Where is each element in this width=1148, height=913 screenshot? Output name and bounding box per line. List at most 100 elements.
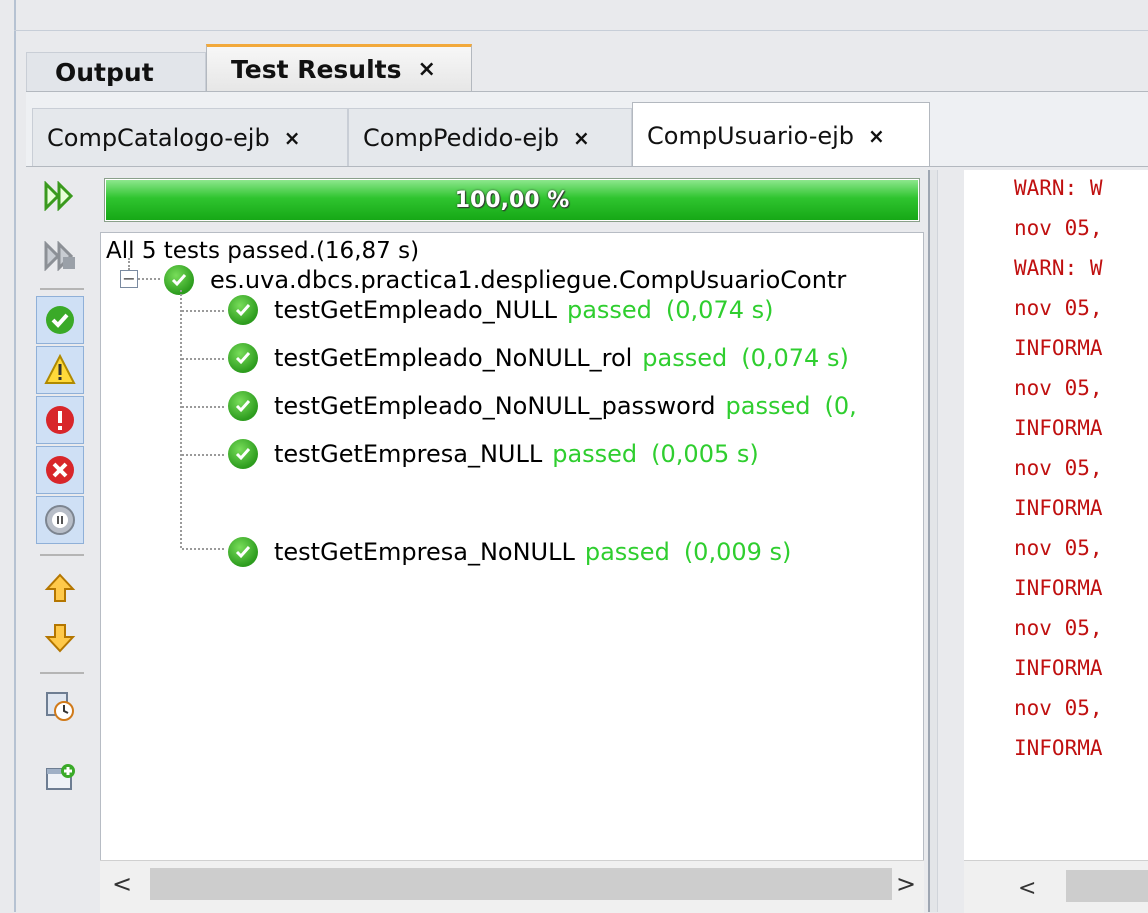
test-time: (0, [824,392,857,420]
console-line: INFORMA [1014,736,1103,760]
tree-line [182,548,224,550]
console-line: INFORMA [1014,656,1103,680]
test-name: testGetEmpleado_NoNULL_rol [274,344,633,372]
progress-bar: 100,00 % [104,178,920,222]
test-row[interactable]: testGetEmpleado_NULL passed (0,074 s) [228,286,774,334]
console-line: nov 05, [1014,376,1103,400]
close-icon[interactable]: × [573,126,590,150]
passed-check-icon [164,265,194,295]
panel-splitter[interactable] [928,170,938,912]
tree-line [182,358,224,360]
collapse-icon[interactable]: − [120,270,138,288]
show-aborted-button[interactable] [36,496,84,544]
rerun-failed-icon [44,241,75,271]
toolbar-separator [40,672,84,674]
rerun-icon [44,181,74,211]
rerun-failed-button[interactable] [36,232,84,280]
show-failures-icon [46,406,74,434]
scroll-left-icon[interactable]: < [1018,876,1036,901]
scroll-left-icon[interactable]: < [112,870,132,898]
console-line: nov 05, [1014,696,1103,720]
test-history-icon [46,692,74,721]
test-name: testGetEmpresa_NoNULL [274,538,575,566]
tab-compusuario-label: CompUsuario-ejb [647,121,855,150]
test-status: passed [725,392,811,420]
close-icon[interactable]: × [284,126,301,150]
console-line: INFORMA [1014,416,1103,440]
main-tab-bar: Output Test Results × [26,44,1148,92]
test-time: (0,074 s) [741,344,849,372]
tree-line [182,406,224,408]
test-name: testGetEmpresa_NULL [274,440,543,468]
test-name: testGetEmpleado_NULL [274,296,557,324]
show-warnings-icon [44,354,76,384]
test-status: passed [642,344,728,372]
tab-compcatalogo[interactable]: CompCatalogo-ejb × [32,108,348,166]
console-line: INFORMA [1014,336,1103,360]
scrollbar-thumb[interactable] [150,868,892,900]
console-line: nov 05, [1014,296,1103,320]
toolbar-separator [40,554,84,556]
test-row[interactable]: testGetEmpresa_NULL passed (0,005 s) [228,430,759,478]
test-row[interactable]: testGetEmpleado_NoNULL_password passed (… [228,382,857,430]
show-passed-icon [46,306,74,334]
console-line: nov 05, [1014,456,1103,480]
show-errors-button[interactable] [36,446,84,494]
tab-output-label: Output [55,58,154,87]
show-aborted-icon [45,505,75,535]
next-failure-icon [44,624,76,653]
test-time: (0,009 s) [683,538,792,566]
previous-failure-icon [44,573,76,602]
sub-tab-bar: CompCatalogo-ejb × CompPedido-ejb × Comp… [26,92,1148,168]
tab-test-results[interactable]: Test Results × [206,44,472,92]
window-frame-left [14,0,16,912]
test-time: (0,005 s) [651,440,759,468]
console-line: WARN: W [1014,176,1103,200]
tab-compusuario[interactable]: CompUsuario-ejb × [632,102,930,168]
console-line: INFORMA [1014,496,1103,520]
test-status: passed [552,440,638,468]
passed-check-icon [228,391,258,421]
console-line: INFORMA [1014,576,1103,600]
tab-comppedido[interactable]: CompPedido-ejb × [348,108,632,166]
console-line: WARN: W [1014,256,1103,280]
progress-label: 100,00 % [454,187,570,213]
show-failures-button[interactable] [36,396,84,444]
show-errors-icon [46,456,74,484]
scroll-right-icon[interactable]: > [896,870,916,898]
console-line: nov 05, [1014,216,1103,240]
console-line: nov 05, [1014,536,1103,560]
tab-output[interactable]: Output [26,52,206,92]
test-row[interactable]: testGetEmpleado_NoNULL_rol passed (0,074… [228,334,849,382]
tab-test-results-label: Test Results [231,55,402,84]
console-line: nov 05, [1014,616,1103,640]
passed-check-icon [228,295,258,325]
test-time: (0,074 s) [665,296,774,324]
tree-line [180,290,182,548]
show-warnings-button[interactable] [36,346,84,394]
test-name: testGetEmpleado_NoNULL_password [274,392,716,420]
next-failure-button[interactable] [36,614,84,662]
tree-line [182,310,224,312]
passed-check-icon [228,343,258,373]
test-toolbar [30,170,96,912]
tree-line [138,278,160,280]
test-status: passed [566,296,652,324]
new-test-icon [46,764,75,790]
previous-failure-button[interactable] [36,564,84,612]
tab-compcatalogo-label: CompCatalogo-ejb [47,123,270,152]
tab-comppedido-label: CompPedido-ejb [363,123,560,152]
window-frame-top [14,30,1148,31]
toolbar-separator [40,288,84,290]
rerun-button[interactable] [36,172,84,220]
test-row[interactable]: testGetEmpresa_NoNULL passed (0,009 s) [228,528,791,576]
test-history-button[interactable] [36,682,84,730]
show-passed-button[interactable] [36,296,84,344]
passed-check-icon [228,537,258,567]
close-icon[interactable]: × [868,124,885,148]
passed-check-icon [228,439,258,469]
tree-line [182,454,224,456]
new-test-button[interactable] [36,754,84,802]
scrollbar-thumb[interactable] [1066,870,1148,902]
close-icon[interactable]: × [418,57,436,82]
